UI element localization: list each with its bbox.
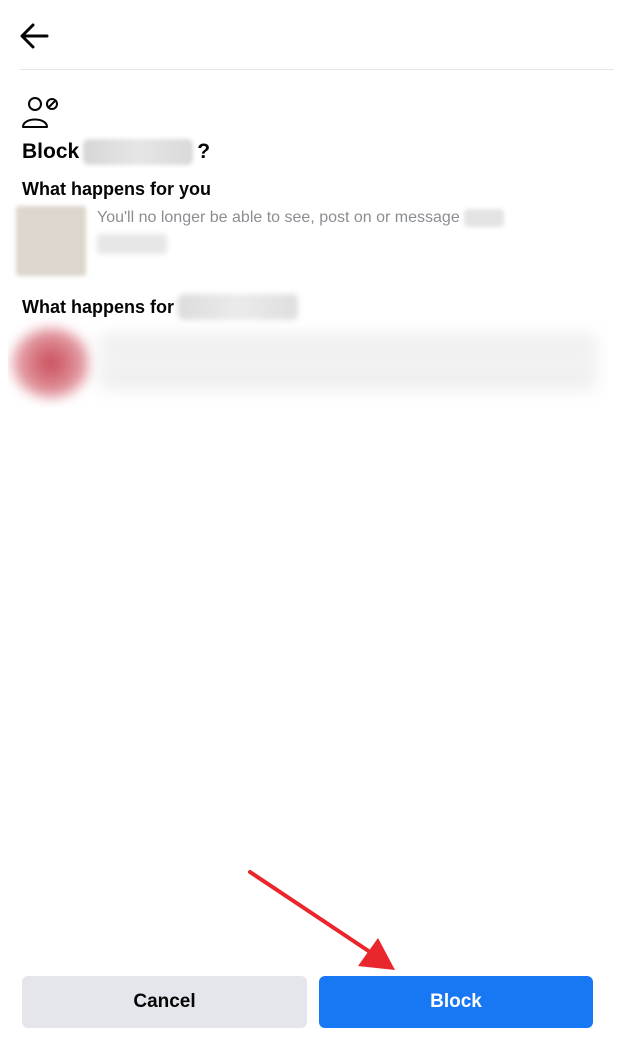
them-section-heading: What happens for: [22, 294, 298, 320]
annotation-arrow-icon: [248, 870, 395, 970]
redacted-name: [83, 139, 194, 165]
block-user-icon: [22, 97, 58, 128]
you-section-heading: What happens for you: [22, 178, 211, 199]
title-suffix: ?: [197, 140, 211, 163]
redacted-name-continued: [97, 234, 167, 254]
header-divider: [20, 69, 614, 70]
back-button[interactable]: [14, 16, 54, 56]
redacted-name-inline: [464, 208, 505, 227]
redacted-them-section: [8, 318, 608, 408]
arrow-left-icon: [20, 23, 49, 49]
profile-thumbnail: [16, 206, 86, 276]
top-bar: [0, 0, 627, 70]
you-section-description: You'll no longer be able to see, post on…: [97, 206, 527, 230]
block-button[interactable]: Block: [319, 976, 593, 1028]
redacted-name-heading: [178, 294, 298, 320]
avatar: [12, 328, 90, 398]
page-title: Block ?: [22, 138, 210, 166]
cancel-button[interactable]: Cancel: [22, 976, 307, 1028]
title-prefix: Block: [22, 140, 80, 163]
redacted-description: [98, 334, 598, 390]
